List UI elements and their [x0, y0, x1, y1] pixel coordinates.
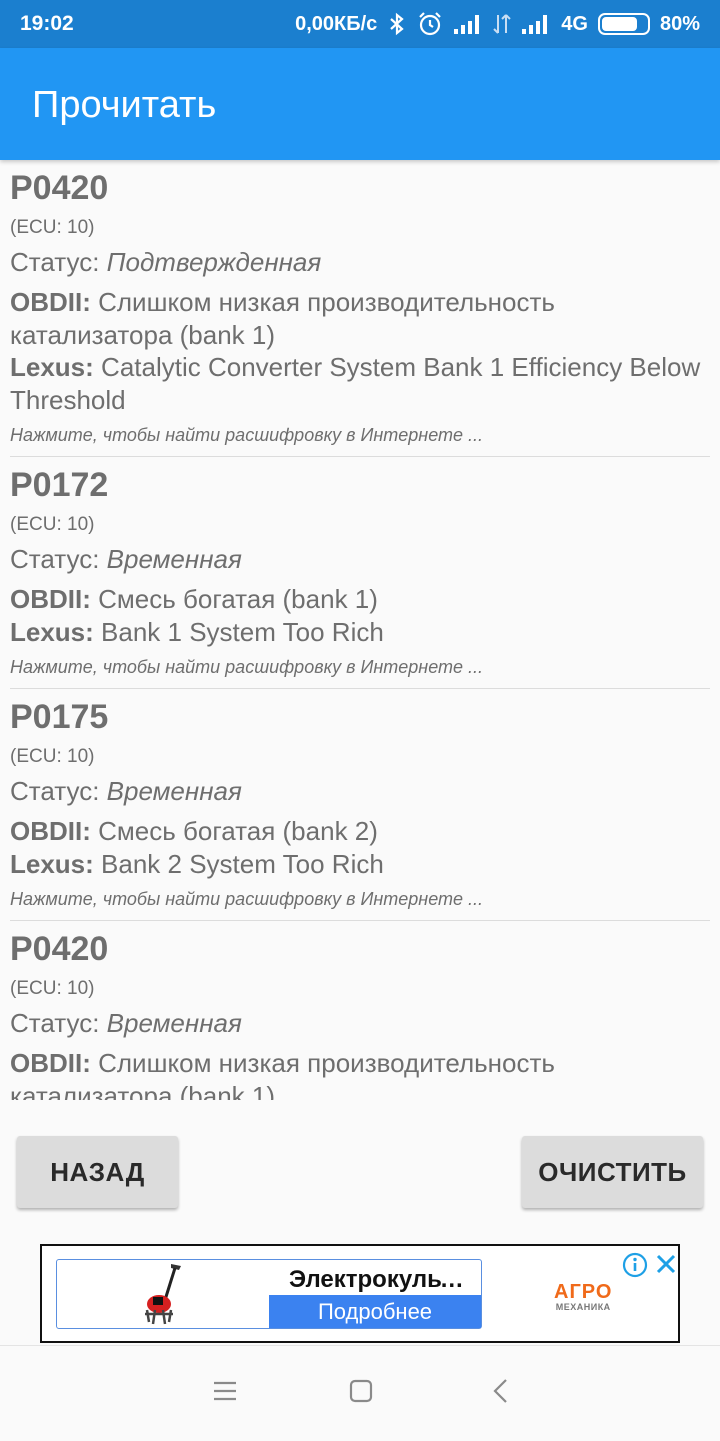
ad-cta-button[interactable]: Подробнее — [269, 1295, 481, 1328]
status-value: Временная — [106, 776, 242, 806]
status-line: Статус: Подтвержденная — [10, 246, 710, 278]
ad-title: Электрокультиватор — [289, 1266, 473, 1293]
battery-percent: 80% — [659, 12, 700, 35]
obd-description: OBDII: Слишком низкая производительность… — [10, 286, 710, 351]
page-title: Прочитать — [32, 84, 217, 126]
obd-text: Слишком низкая производительность катали… — [10, 287, 555, 350]
dtc-code: P0172 — [10, 466, 109, 504]
obd-text: Смесь богатая (bank 2) — [90, 816, 378, 846]
network-type: 4G — [561, 12, 588, 35]
data-transfer-icon — [493, 13, 511, 35]
list-item[interactable]: P0420 (ECU: 10) Статус: Подтвержденная O… — [10, 160, 710, 457]
alarm-icon — [417, 11, 443, 37]
obd-text: Смесь богатая (bank 1) — [90, 584, 378, 614]
search-hint[interactable]: Нажмите, чтобы найти расшифровку в Интер… — [10, 422, 710, 448]
dtc-code: P0420 — [10, 930, 109, 968]
maker-text: Catalytic Converter System Bank 1 Effici… — [10, 352, 701, 415]
maker-description: Lexus: Bank 1 System Too Rich — [10, 616, 710, 649]
status-line: Статус: Временная — [10, 775, 710, 807]
status-value: Временная — [106, 544, 242, 574]
dtc-code: P0175 — [10, 698, 109, 736]
status-line: Статус: Временная — [10, 1007, 710, 1039]
status-value: Подтвержденная — [106, 247, 322, 277]
ad-card[interactable]: Электрокультиватор Подробнее — [56, 1259, 482, 1329]
list-item[interactable]: P0175 (ECU: 10) Статус: Временная OBDII:… — [10, 689, 710, 921]
obd-text: Слишком низкая производительность катали… — [10, 1048, 555, 1100]
ad-banner[interactable]: Электрокультиватор Подробнее АГРО МЕХАНИ… — [40, 1244, 680, 1343]
dtc-code: P0420 — [10, 169, 109, 207]
ecu-label: (ECU: 10) — [10, 746, 95, 767]
dtc-list[interactable]: P0420 (ECU: 10) Статус: Подтвержденная O… — [0, 160, 720, 1100]
ecu-label: (ECU: 10) — [10, 217, 95, 238]
obd-label: OBDII: — [10, 287, 91, 317]
search-hint[interactable]: Нажмите, чтобы найти расшифровку в Интер… — [10, 886, 710, 912]
maker-text: Bank 2 System Too Rich — [93, 848, 384, 879]
ecu-label: (ECU: 10) — [10, 978, 95, 999]
network-speed: 0,00КБ/с — [295, 12, 378, 35]
ecu-label: (ECU: 10) — [10, 514, 95, 535]
status-time: 19:02 — [20, 12, 74, 35]
maker-label: Lexus: — [10, 616, 94, 647]
home-icon[interactable] — [348, 1378, 374, 1409]
ad-close-icon[interactable] — [654, 1252, 678, 1281]
obd-description: OBDII: Смесь богатая (bank 1) — [10, 583, 710, 616]
status-icons: 0,00КБ/с 4G 80% — [295, 11, 700, 37]
brand-name: АГРО — [554, 1281, 613, 1303]
maker-description: Lexus: Catalytic Converter System Bank 1… — [10, 351, 710, 416]
signal-icon-2 — [521, 13, 551, 35]
cultivator-icon — [131, 1262, 191, 1333]
status-label: Статус: — [10, 1008, 107, 1038]
status-line: Статус: Временная — [10, 543, 710, 575]
list-item[interactable]: P0420 (ECU: 10) Статус: Временная OBDII:… — [10, 921, 710, 1100]
ad-brand-logo: АГРО МЕХАНИКА — [554, 1282, 612, 1312]
back-button[interactable]: НАЗАД — [17, 1136, 178, 1208]
status-label: Статус: — [10, 776, 107, 806]
search-hint[interactable]: Нажмите, чтобы найти расшифровку в Интер… — [10, 654, 710, 680]
maker-label: Lexus: — [10, 848, 94, 879]
app-bar: Прочитать — [0, 48, 720, 160]
list-item[interactable]: P0172 (ECU: 10) Статус: Временная OBDII:… — [10, 457, 710, 689]
obd-description: OBDII: Смесь богатая (bank 2) — [10, 815, 710, 848]
status-label: Статус: — [10, 247, 107, 277]
clear-button[interactable]: ОЧИСТИТЬ — [522, 1136, 703, 1208]
maker-text: Bank 1 System Too Rich — [93, 616, 384, 647]
maker-description: Lexus: Bank 2 System Too Rich — [10, 848, 710, 881]
maker-label: Lexus: — [10, 352, 94, 382]
obd-label: OBDII: — [10, 584, 91, 614]
battery-icon — [597, 13, 650, 35]
ad-info-icon[interactable] — [622, 1252, 648, 1283]
system-nav-bar — [0, 1345, 720, 1441]
status-bar: 19:02 0,00КБ/с 4G 80% — [0, 0, 720, 48]
bluetooth-icon — [387, 12, 407, 36]
signal-icon — [453, 13, 483, 35]
status-label: Статус: — [10, 544, 107, 574]
obd-description: OBDII: Слишком низкая производительность… — [10, 1047, 710, 1100]
brand-sub: МЕХАНИКА — [555, 1302, 611, 1312]
obd-label: OBDII: — [10, 1048, 91, 1078]
status-value: Временная — [106, 1008, 242, 1038]
obd-label: OBDII: — [10, 816, 91, 846]
back-nav-icon[interactable] — [488, 1378, 514, 1409]
menu-icon[interactable] — [212, 1378, 238, 1409]
